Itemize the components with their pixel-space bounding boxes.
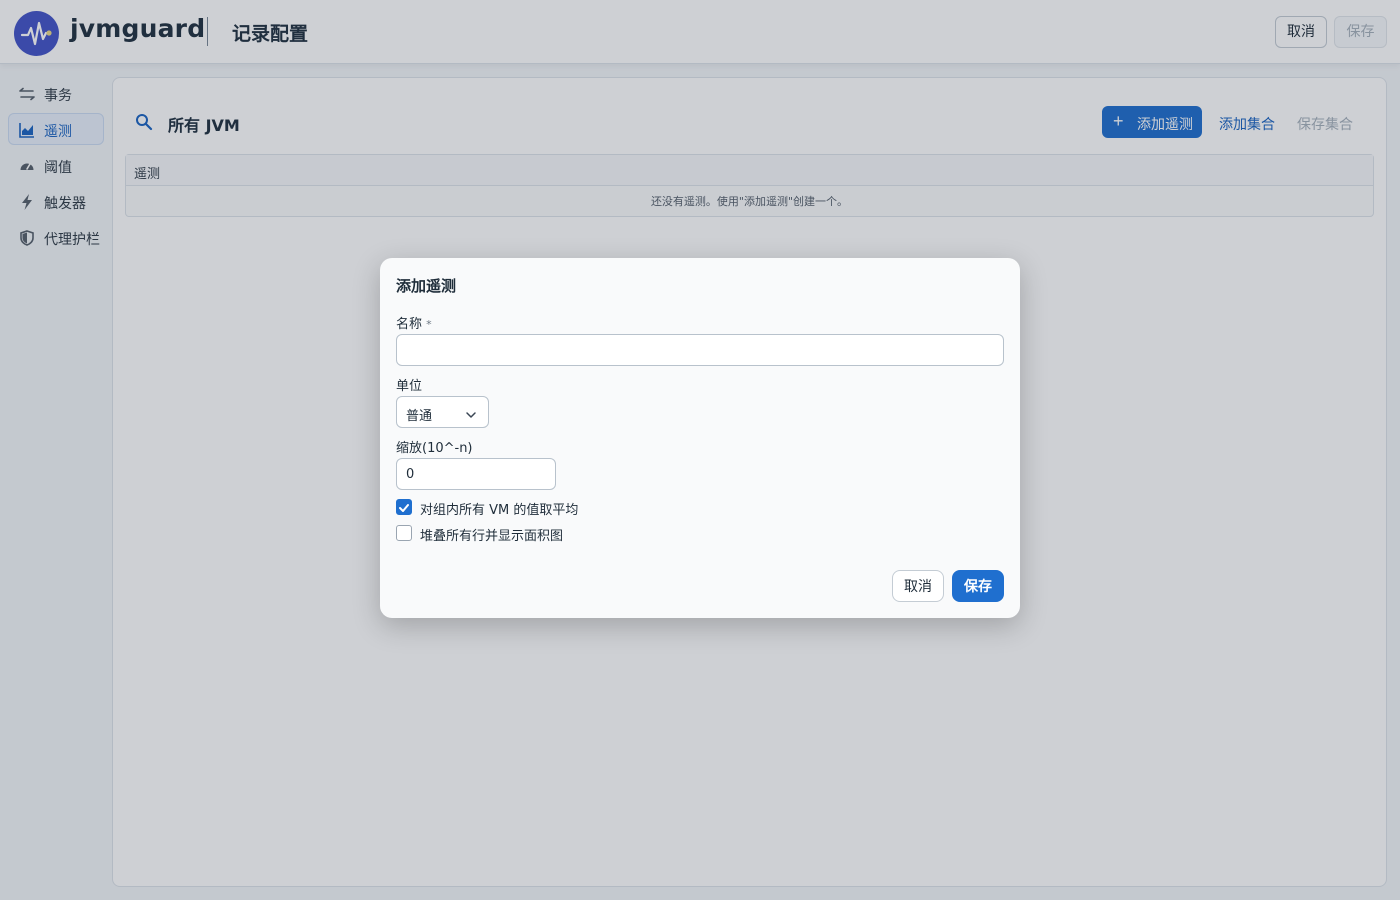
stack-checkbox[interactable] [396,525,412,541]
unit-field-label: 单位 [396,379,423,394]
scale-field-label: 缩放(10^-n) [396,441,473,456]
average-checkbox-label[interactable]: 对组内所有 VM 的值取平均 [420,499,578,518]
add-telemetry-dialog: 添加遥测 名称 * 单位 普通 缩放(10^-n) 对组内所有 VM 的值取平均… [380,258,1020,618]
dialog-save-button[interactable]: 保存 [952,570,1004,602]
unit-select[interactable]: 普通 [396,396,489,428]
average-checkbox[interactable] [396,499,412,515]
chevron-down-icon [465,406,477,418]
name-input[interactable] [396,334,1004,366]
name-label-text: 名称 [396,317,423,332]
scale-input[interactable] [396,458,556,490]
required-mark: * [426,318,432,331]
name-field-label: 名称 * [396,313,432,332]
dialog-title: 添加遥测 [396,277,457,295]
dialog-cancel-button[interactable]: 取消 [892,570,944,602]
stack-checkbox-label[interactable]: 堆叠所有行并显示面积图 [420,525,563,544]
checkmark-icon [399,504,409,512]
unit-select-value: 普通 [406,409,433,424]
